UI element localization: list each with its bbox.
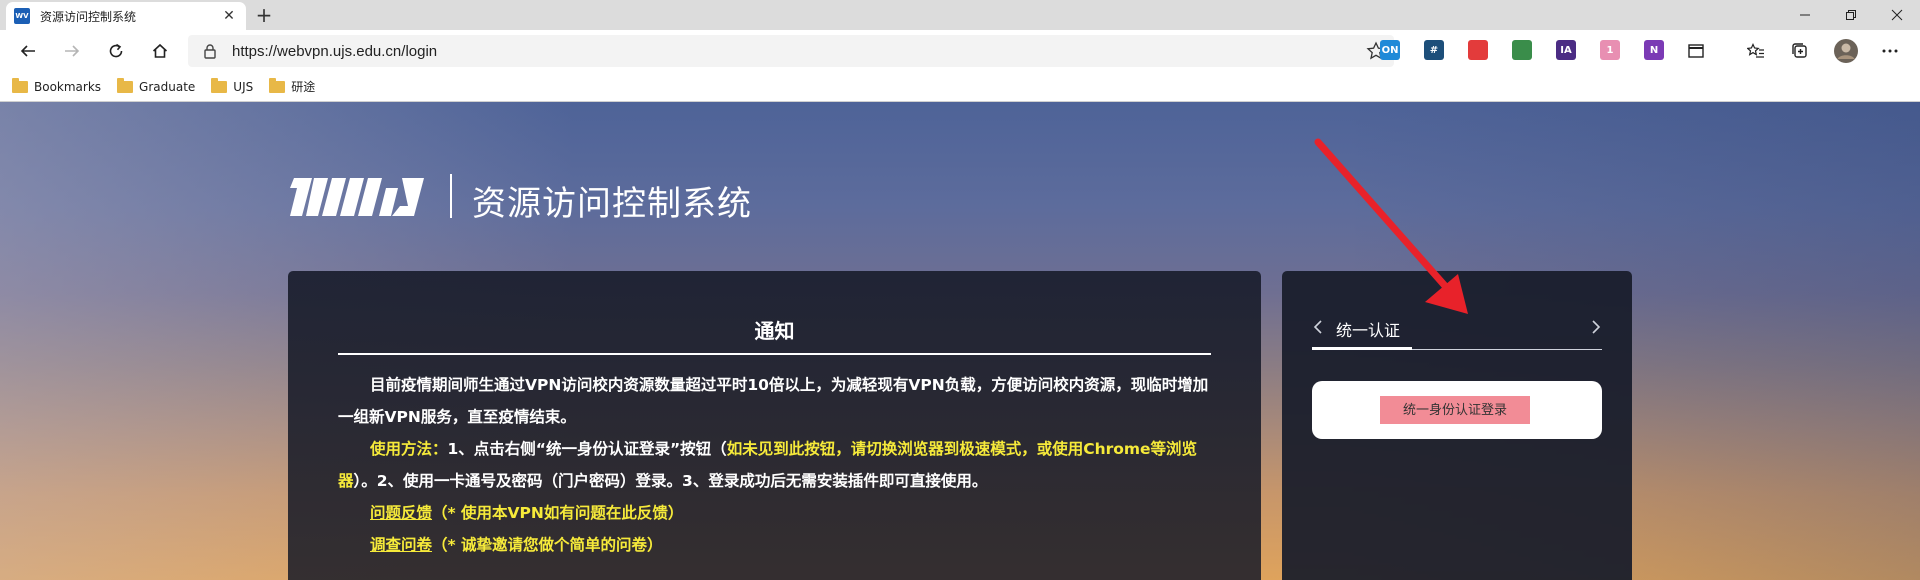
lock-icon[interactable] xyxy=(202,43,218,59)
logo-divider xyxy=(450,174,452,218)
site-favicon-icon: WV xyxy=(14,8,30,24)
sso-login-button[interactable]: 统一身份认证登录 xyxy=(1380,396,1530,424)
more-menu-icon[interactable] xyxy=(1876,38,1904,64)
feedback-note: （* 使用本VPN如有问题在此反馈） xyxy=(432,504,684,522)
split-screen-icon[interactable] xyxy=(1682,38,1710,64)
bookmark-folder-ujs[interactable]: UJS xyxy=(211,77,254,94)
bookmark-label: 研途 xyxy=(291,80,316,94)
site-title: 资源访问控制系统 xyxy=(472,184,752,224)
folder-icon xyxy=(12,77,28,93)
bookmark-label: UJS xyxy=(233,79,254,94)
forward-icon[interactable] xyxy=(58,38,86,64)
ia-extension-icon[interactable]: IA xyxy=(1556,40,1576,60)
folder-icon xyxy=(269,77,286,93)
login-tabs: 统一认证 xyxy=(1312,315,1602,350)
onenote-extension-icon[interactable]: N xyxy=(1644,40,1664,60)
notice-body: 目前疫情期间师生通过VPN访问校内资源数量超过平时10倍以上，为减轻现有VPN负… xyxy=(338,369,1211,561)
survey-line: 调查问卷（* 诚挚邀请您做个简单的问卷） xyxy=(338,529,1211,561)
login-panel: 统一认证 统一身份认证登录 xyxy=(1282,271,1632,580)
globe-extension-icon[interactable] xyxy=(1512,40,1532,60)
minimize-icon[interactable] xyxy=(1782,0,1828,30)
bookmark-folder-yantu[interactable]: 研途 xyxy=(269,77,316,95)
url-text[interactable]: https://webvpn.ujs.edu.cn/login xyxy=(232,43,437,60)
favorites-icon[interactable] xyxy=(1742,38,1770,64)
browser-tab[interactable]: WV 资源访问控制系统 ✕ xyxy=(6,2,246,30)
hashtag-extension-icon[interactable]: # xyxy=(1424,40,1444,60)
browser-toolbar: https://webvpn.ujs.edu.cn/login ON # IA 1 N xyxy=(0,30,1920,72)
login-card: 统一身份认证登录 xyxy=(1312,381,1602,439)
notice-title: 通知 xyxy=(754,319,795,343)
bookmark-label: Bookmarks xyxy=(34,79,102,94)
folder-icon xyxy=(211,77,228,93)
tab-active-indicator xyxy=(1312,347,1412,350)
survey-link[interactable]: 调查问卷 xyxy=(370,536,432,554)
folder-icon xyxy=(117,77,134,93)
notice-panel: 通知 目前疫情期间师生通过VPN访问校内资源数量超过平时10倍以上，为减轻现有V… xyxy=(288,271,1261,580)
back-icon[interactable] xyxy=(14,38,42,64)
usage-text-2: ）。2、使用一卡通号及密码（门户密码）登录。3、登录成功后无需安装插件即可直接使… xyxy=(353,472,988,490)
university-logo xyxy=(290,178,424,216)
usage-label: 使用方法： xyxy=(370,440,448,458)
usage-paragraph: 使用方法：1、点击右侧“统一身份认证登录”按钮（如未见到此按钮，请切换浏览器到极… xyxy=(338,433,1211,497)
close-window-icon[interactable] xyxy=(1874,0,1920,30)
home-icon[interactable] xyxy=(146,38,174,64)
tab-title: 资源访问控制系统 xyxy=(40,9,137,24)
bookmark-folder-bookmarks[interactable]: Bookmarks xyxy=(12,77,102,94)
survey-note: （* 诚挚邀请您做个简单的问卷） xyxy=(432,536,663,554)
bookmark-folder-graduate[interactable]: Graduate xyxy=(117,77,196,94)
cat-extension-icon[interactable]: 1 xyxy=(1600,40,1620,60)
chevron-left-icon[interactable] xyxy=(1312,319,1324,335)
profile-avatar[interactable] xyxy=(1832,38,1860,64)
feedback-link[interactable]: 问题反馈 xyxy=(370,504,432,522)
usage-text: 1、点击右侧“统一身份认证登录”按钮（ xyxy=(447,440,727,458)
tab-unified-auth[interactable]: 统一认证 xyxy=(1336,317,1400,341)
refresh-icon[interactable] xyxy=(102,38,130,64)
feedback-line: 问题反馈（* 使用本VPN如有问题在此反馈） xyxy=(338,497,1211,529)
login-page: 资源访问控制系统 通知 目前疫情期间师生通过VPN访问校内资源数量超过平时10倍… xyxy=(0,102,1920,580)
chevron-right-icon[interactable] xyxy=(1590,319,1602,335)
address-bar[interactable]: https://webvpn.ujs.edu.cn/login xyxy=(188,35,1394,67)
tab-strip: WV 资源访问控制系统 ✕ + xyxy=(0,0,1920,30)
notice-paragraph: 目前疫情期间师生通过VPN访问校内资源数量超过平时10倍以上，为减轻现有VPN负… xyxy=(338,376,1209,426)
on-extension-icon[interactable]: ON xyxy=(1380,40,1400,60)
collections-icon[interactable] xyxy=(1786,38,1814,64)
bookmark-label: Graduate xyxy=(139,79,196,94)
restore-icon[interactable] xyxy=(1828,0,1874,30)
tab-close-icon[interactable]: ✕ xyxy=(220,8,238,24)
bookmarks-bar: Bookmarks Graduate UJS 研途 xyxy=(0,72,1920,102)
notice-divider xyxy=(338,353,1211,355)
red-extension-icon[interactable] xyxy=(1468,40,1488,60)
new-tab-icon[interactable]: + xyxy=(252,3,276,27)
